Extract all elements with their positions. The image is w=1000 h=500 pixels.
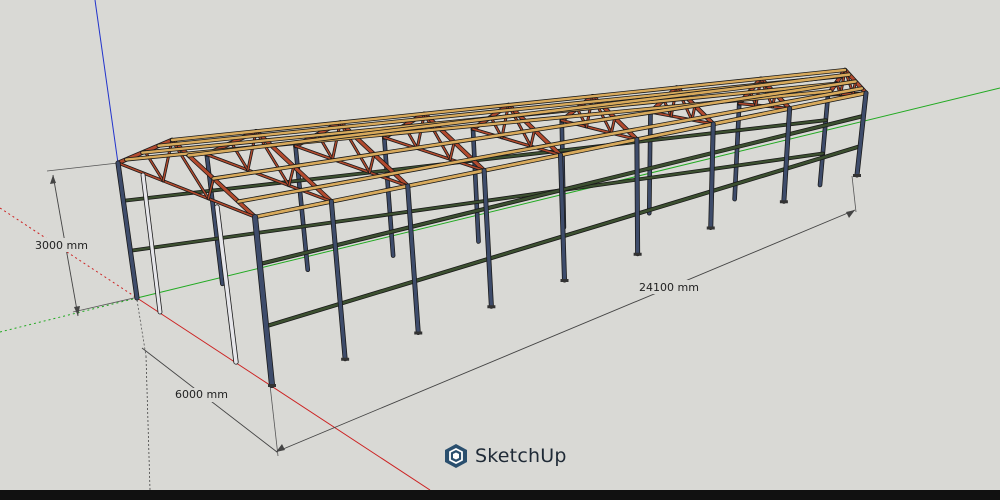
base-plate-5 — [633, 252, 642, 256]
steel-frame-structure[interactable] — [115, 67, 869, 389]
brand-name: SketchUp — [475, 445, 567, 467]
base-plate-1 — [341, 357, 350, 361]
sketchup-logo-icon — [445, 444, 467, 468]
base-plate-2 — [414, 331, 423, 335]
truss-web-2d — [368, 153, 375, 174]
column-left-8 — [818, 93, 830, 187]
column-left-0 — [116, 161, 139, 300]
base-plate-3 — [487, 305, 496, 309]
base-plate-8 — [853, 174, 861, 177]
green-axis-dotted — [0, 297, 138, 333]
length-dimension-label: 24100 mm — [639, 281, 699, 294]
model-scene[interactable]: 3000 mm 6000 mm 24100 mm — [0, 0, 1000, 490]
base-plate-6 — [706, 226, 715, 230]
column-right-3 — [482, 168, 494, 308]
column-right-1 — [329, 199, 347, 361]
gable-post-2 — [215, 205, 238, 364]
status-bar — [0, 490, 1000, 500]
base-plate-4 — [560, 279, 569, 282]
sketchup-viewport[interactable]: 3000 mm 6000 mm 24100 mm SketchUp — [0, 0, 1000, 500]
column-right-2 — [406, 184, 420, 335]
red-axis-dotted — [0, 207, 138, 299]
column-right-5 — [635, 137, 640, 256]
height-dimension-label: 3000 mm — [35, 239, 88, 252]
green-axis — [136, 87, 1000, 299]
sketchup-brand: SketchUp — [443, 442, 567, 470]
base-plate-7 — [779, 200, 788, 204]
dimension-width[interactable]: 6000 mm — [136, 299, 278, 490]
width-dimension-label: 6000 mm — [175, 388, 228, 401]
column-right-0 — [252, 214, 275, 388]
base-plate-0 — [268, 384, 276, 387]
column-right-8 — [855, 91, 868, 177]
